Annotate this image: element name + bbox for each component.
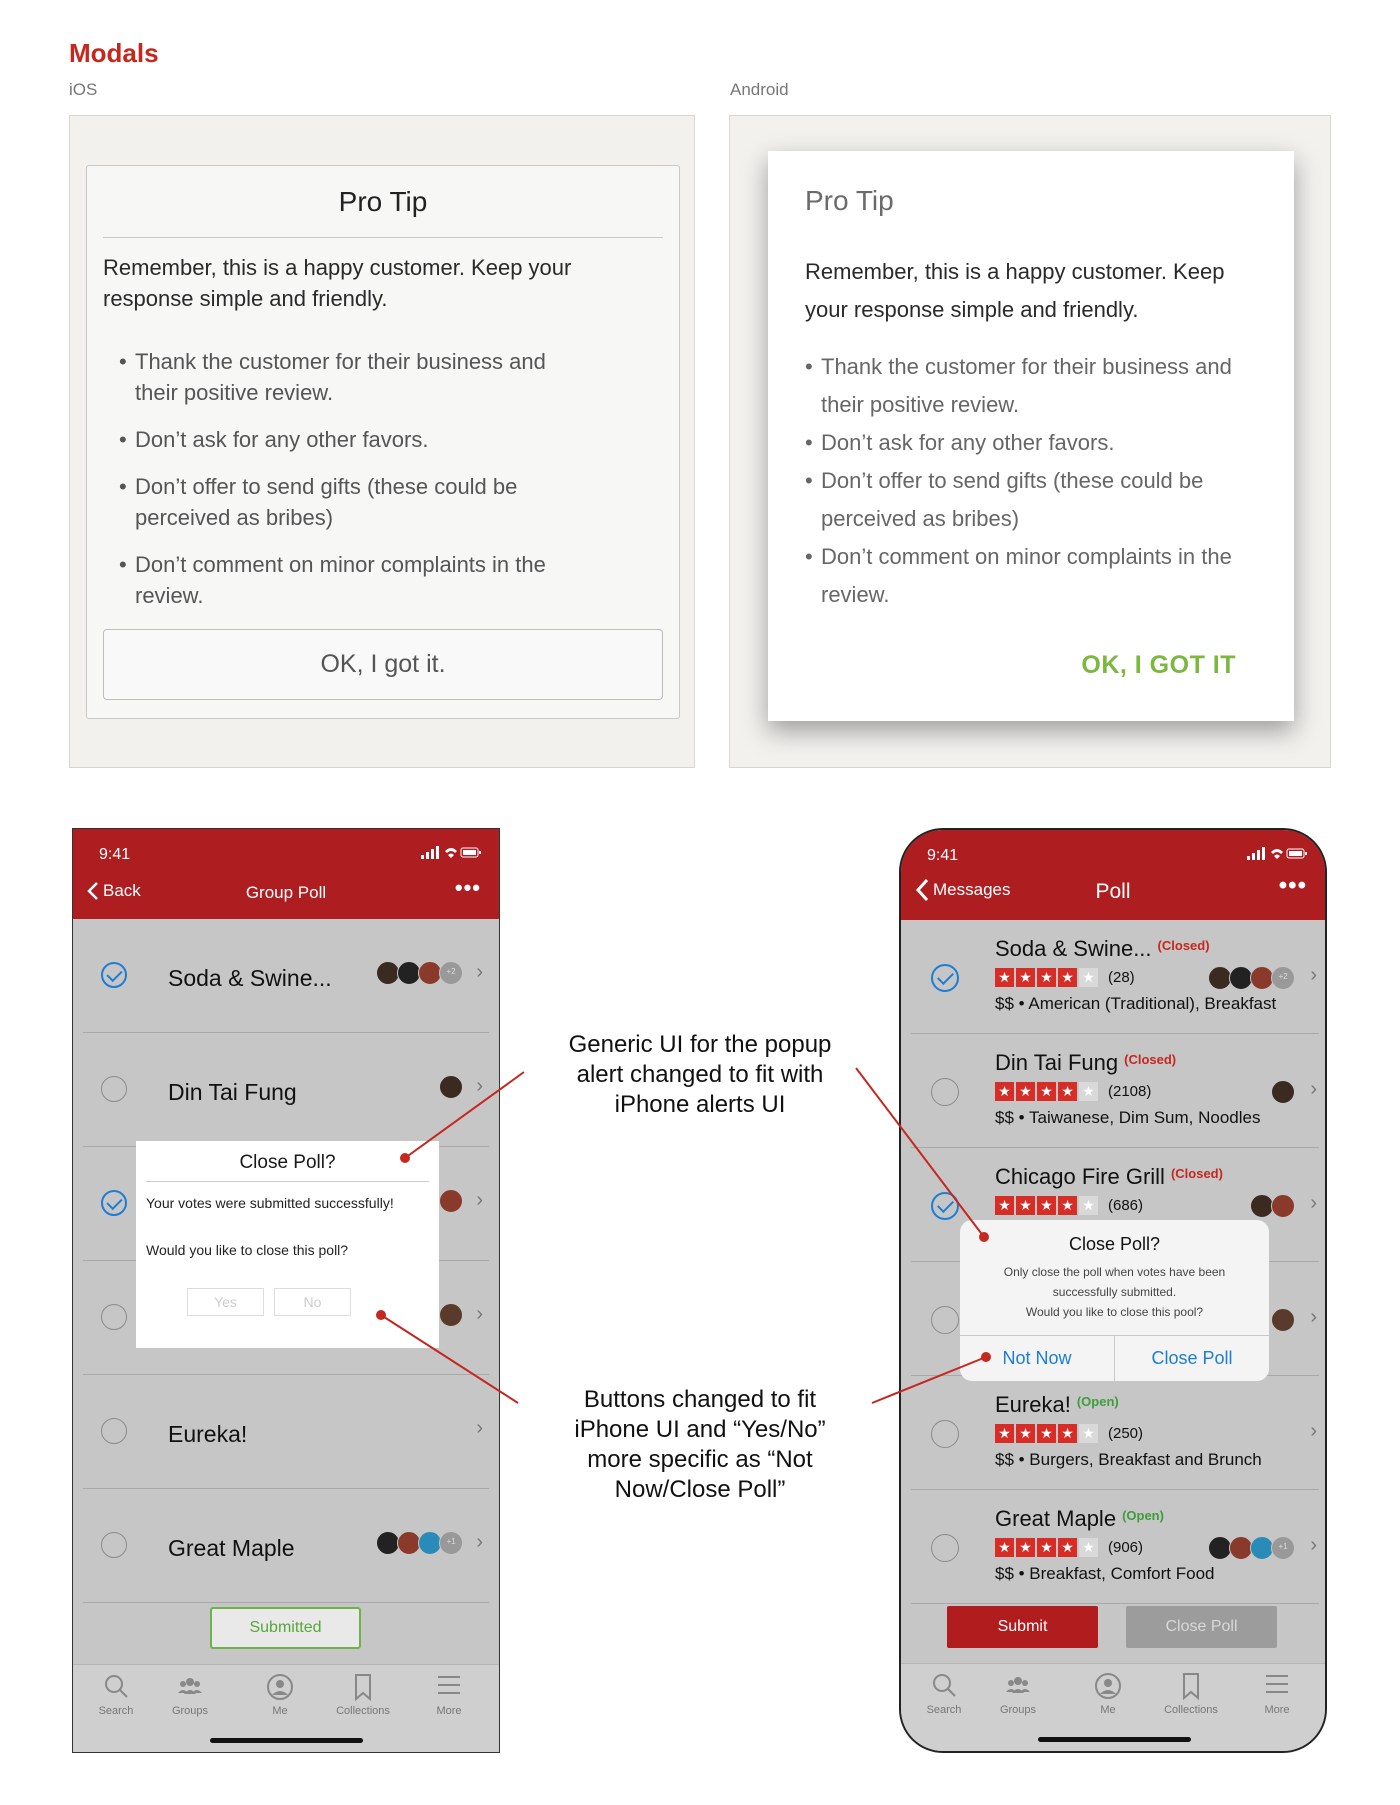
annotation-lines [376,1067,991,1404]
